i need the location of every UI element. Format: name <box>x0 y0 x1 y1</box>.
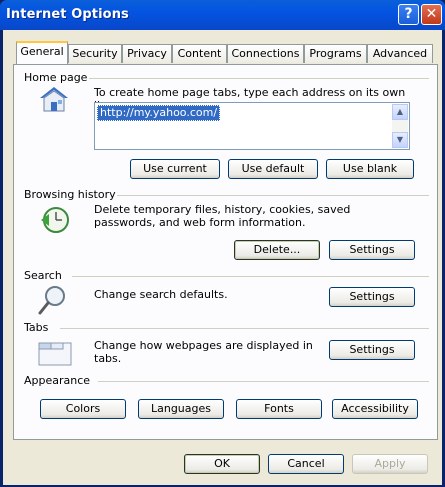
tab-privacy[interactable]: Privacy <box>122 44 172 63</box>
divider <box>60 328 429 329</box>
colors-button[interactable]: Colors <box>40 399 126 419</box>
search-description: Change search defaults. <box>94 288 228 301</box>
scroll-up-icon[interactable]: ▲ <box>392 104 408 120</box>
scrollbar[interactable]: ▲ ▼ <box>392 104 408 148</box>
appearance-group-label: Appearance <box>24 374 91 387</box>
ok-button[interactable]: OK <box>184 454 260 474</box>
tab-advanced[interactable]: Advanced <box>367 44 433 63</box>
delete-button[interactable]: Delete... <box>234 240 320 260</box>
tabs-group-label: Tabs <box>24 321 49 334</box>
clock-arrow-icon <box>40 204 70 234</box>
divider <box>89 78 429 79</box>
search-group-label: Search <box>24 269 62 282</box>
tab-connections[interactable]: Connections <box>227 44 304 63</box>
languages-button[interactable]: Languages <box>138 399 224 419</box>
tab-general[interactable]: General <box>16 41 68 64</box>
divider <box>117 195 429 196</box>
use-current-button[interactable]: Use current <box>130 159 220 179</box>
help-button[interactable]: ? <box>398 4 419 25</box>
scroll-down-icon[interactable]: ▼ <box>392 132 408 148</box>
internet-options-window: Internet Options ? ✕ General Security Pr… <box>0 0 445 487</box>
general-tab-page: Home page To create home page tabs, type… <box>13 64 438 440</box>
tab-security[interactable]: Security <box>68 44 122 63</box>
apply-button[interactable]: Apply <box>352 454 428 474</box>
tabs-window-icon <box>38 342 72 366</box>
browsing-history-group-label: Browsing history <box>24 188 116 201</box>
title-bar[interactable]: Internet Options ? ✕ <box>0 0 445 30</box>
dialog-body: General Security Privacy Content Connect… <box>3 30 442 485</box>
home-page-group-label: Home page <box>24 71 88 84</box>
tabs-description: Change how webpages are displayed in tab… <box>94 339 313 365</box>
divider <box>72 276 429 277</box>
cancel-button[interactable]: Cancel <box>268 454 344 474</box>
close-button[interactable]: ✕ <box>421 4 442 25</box>
house-icon <box>38 85 70 113</box>
fonts-button[interactable]: Fonts <box>236 399 322 419</box>
divider <box>98 381 429 382</box>
tab-content[interactable]: Content <box>172 44 227 63</box>
use-blank-button[interactable]: Use blank <box>326 159 414 179</box>
tab-programs[interactable]: Programs <box>304 44 367 63</box>
history-settings-button[interactable]: Settings <box>329 240 415 260</box>
search-settings-button[interactable]: Settings <box>329 287 415 307</box>
magnifier-icon <box>38 284 68 316</box>
use-default-button[interactable]: Use default <box>228 159 318 179</box>
window-title: Internet Options <box>6 7 129 22</box>
tabs-settings-button[interactable]: Settings <box>329 340 415 360</box>
accessibility-button[interactable]: Accessibility <box>332 399 418 419</box>
home-page-url: http://my.yahoo.com/ <box>97 105 221 121</box>
home-page-textarea[interactable]: http://my.yahoo.com/ ▲ ▼ <box>94 102 410 150</box>
browsing-history-description: Delete temporary files, history, cookies… <box>94 203 351 229</box>
